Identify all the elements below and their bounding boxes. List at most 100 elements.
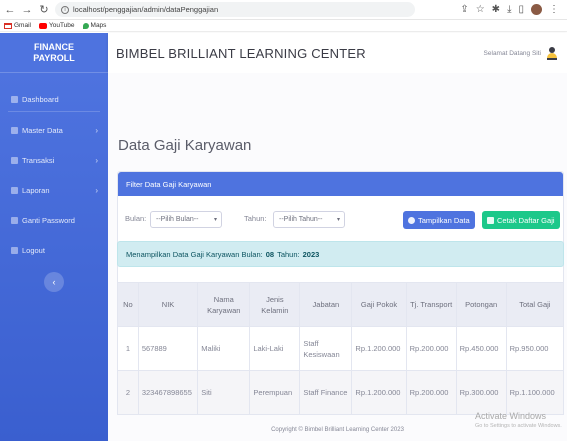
- col-header: Jabatan: [299, 282, 353, 327]
- reload-icon[interactable]: ↻: [37, 3, 51, 17]
- col-header: No: [117, 282, 139, 327]
- page-title: Data Gaji Karyawan: [118, 137, 252, 154]
- star-icon[interactable]: ☆: [476, 4, 485, 15]
- sidebar-item-transaksi[interactable]: Transaksi ›: [0, 148, 108, 172]
- transaction-icon: [11, 156, 18, 164]
- filter-card-header: Filter Data Gaji Karyawan: [118, 172, 563, 196]
- table-cell: Rp.200.000: [405, 370, 457, 415]
- col-header: Jenis Kelamin: [249, 282, 301, 327]
- table-cell: Laki-Laki: [249, 326, 301, 371]
- chevron-right-icon: ›: [95, 155, 98, 165]
- sidepanel-icon[interactable]: ▯: [518, 4, 524, 15]
- sidebar-item-logout[interactable]: Logout: [0, 238, 108, 262]
- salary-table: No NIK Nama Karyawan Jenis Kelamin Jabat…: [117, 282, 565, 415]
- bulan-label: Bulan:: [125, 214, 147, 223]
- gmail-icon: [4, 22, 12, 29]
- alert-tahun: 2023: [302, 249, 320, 259]
- url-text: localhost/penggajian/admin/dataPenggajia…: [73, 5, 219, 14]
- tampilkan-data-button[interactable]: Tampilkan Data: [403, 211, 475, 229]
- col-header: NIK: [137, 282, 199, 327]
- sidebar-item-label: Dashboard: [22, 94, 59, 104]
- logout-icon: [11, 246, 18, 254]
- sidebar-item-label: Ganti Password: [22, 215, 75, 225]
- sidebar-item-ganti-password[interactable]: Ganti Password: [0, 208, 108, 232]
- profile-avatar[interactable]: [531, 4, 542, 15]
- share-icon[interactable]: ⇪: [460, 4, 468, 15]
- database-icon: [11, 126, 18, 134]
- lock-icon: [11, 216, 18, 224]
- browser-toolbar: ← → ↻ i localhost/penggajian/admin/dataP…: [0, 0, 567, 20]
- sidebar-divider: [8, 111, 100, 112]
- forward-icon[interactable]: →: [20, 3, 34, 17]
- back-icon[interactable]: ←: [3, 3, 17, 17]
- salary-table-wrapper: No NIK Nama Karyawan Jenis Kelamin Jabat…: [117, 282, 565, 415]
- table-cell: Perempuan: [249, 370, 301, 415]
- sidebar-toggle-button[interactable]: ‹: [44, 272, 64, 292]
- user-greeting: Selamat Datang Siti: [483, 49, 541, 57]
- sidebar-brand[interactable]: FINANCE PAYROLL: [0, 33, 108, 73]
- menu-icon[interactable]: ⋮: [549, 4, 559, 15]
- col-header: Tj. Transport: [405, 282, 457, 327]
- extensions-icon[interactable]: ✱: [492, 4, 500, 15]
- download-icon[interactable]: ⤓: [507, 4, 511, 15]
- chevron-down-icon: ▾: [213, 217, 217, 223]
- watermark-title: Activate Windows: [475, 411, 547, 421]
- chevron-right-icon: ›: [95, 125, 98, 135]
- sidebar-item-label: Laporan: [22, 185, 50, 195]
- brand-line-2: PAYROLL: [33, 52, 75, 63]
- table-row: 2 323467898655 Siti Perempuan Staff Fina…: [117, 370, 565, 415]
- table-row: 1 567889 Maliki Laki-Laki Staff Kesiswaa…: [117, 326, 565, 371]
- cetak-daftar-gaji-button[interactable]: Cetak Daftar Gaji: [482, 211, 560, 229]
- sidebar-item-label: Logout: [22, 245, 45, 255]
- col-header: Potongan: [455, 282, 507, 327]
- table-cell: Maliki: [197, 326, 251, 371]
- youtube-icon: [38, 22, 47, 29]
- sidebar-item-dashboard[interactable]: Dashboard: [0, 87, 108, 111]
- table-cell: Siti: [197, 370, 251, 415]
- sidebar-item-label: Master Data: [22, 125, 63, 135]
- sidebar-item-master-data[interactable]: Master Data ›: [0, 118, 108, 142]
- table-cell: Rp.300.000: [455, 370, 507, 415]
- col-header: Nama Karyawan: [197, 282, 251, 327]
- table-cell: 2: [117, 370, 139, 415]
- watermark-subtitle: Go to Settings to activate Windows.: [475, 423, 562, 429]
- bulan-select[interactable]: --Pilih Bulan-- ▾: [150, 211, 222, 228]
- bookmark-gmail[interactable]: Gmail: [4, 22, 31, 29]
- eye-icon: [408, 216, 415, 224]
- alert-prefix: Menampilkan Data Gaji Karyawan Bulan:: [126, 249, 263, 259]
- bookmarks-bar: Gmail YouTube Maps: [0, 20, 567, 32]
- table-cell: Rp.1.100.000: [505, 370, 565, 415]
- sidebar-item-label: Transaksi: [22, 155, 55, 165]
- table-cell: Rp.1.200.000: [351, 326, 407, 371]
- tahun-select[interactable]: --Pilih Tahun-- ▾: [273, 211, 345, 228]
- table-cell: 1: [117, 326, 139, 371]
- sidebar: FINANCE PAYROLL Dashboard Master Data › …: [0, 33, 108, 441]
- table-cell: 323467898655: [137, 370, 199, 415]
- bookmark-youtube[interactable]: YouTube: [38, 22, 75, 29]
- col-header: Gaji Pokok: [351, 282, 407, 327]
- chevron-down-icon: ▾: [336, 217, 340, 223]
- report-icon: [11, 186, 18, 194]
- address-bar[interactable]: i localhost/penggajian/admin/dataPenggaj…: [55, 2, 415, 17]
- user-icon: [547, 47, 557, 60]
- brand-line-1: FINANCE: [33, 41, 74, 52]
- alert-tahun-label: Tahun:: [277, 249, 300, 259]
- table-cell: Rp.200.000: [405, 326, 457, 371]
- activate-windows-watermark: Activate Windows Go to Settings to activ…: [475, 411, 562, 431]
- table-cell: Rp.950.000: [505, 326, 565, 371]
- info-alert: Menampilkan Data Gaji Karyawan Bulan: 08…: [117, 241, 564, 267]
- maps-icon: [82, 22, 89, 29]
- app-title: BIMBEL BRILLIANT LEARNING CENTER: [116, 45, 366, 61]
- tahun-label: Tahun:: [244, 214, 267, 223]
- table-cell: Staff Finance: [299, 370, 353, 415]
- table-header-row: No NIK Nama Karyawan Jenis Kelamin Jabat…: [117, 282, 565, 327]
- chevron-right-icon: ›: [95, 185, 98, 195]
- user-dropdown[interactable]: Selamat Datang Siti: [483, 47, 557, 60]
- info-icon[interactable]: i: [61, 5, 69, 14]
- table-cell: Staff Kesiswaan: [299, 326, 353, 371]
- sidebar-item-laporan[interactable]: Laporan ›: [0, 178, 108, 202]
- topbar: BIMBEL BRILLIANT LEARNING CENTER Selamat…: [108, 33, 567, 73]
- bookmark-maps[interactable]: Maps: [82, 22, 106, 29]
- table-cell: Rp.1.200.000: [351, 370, 407, 415]
- table-cell: Rp.450.000: [455, 326, 507, 371]
